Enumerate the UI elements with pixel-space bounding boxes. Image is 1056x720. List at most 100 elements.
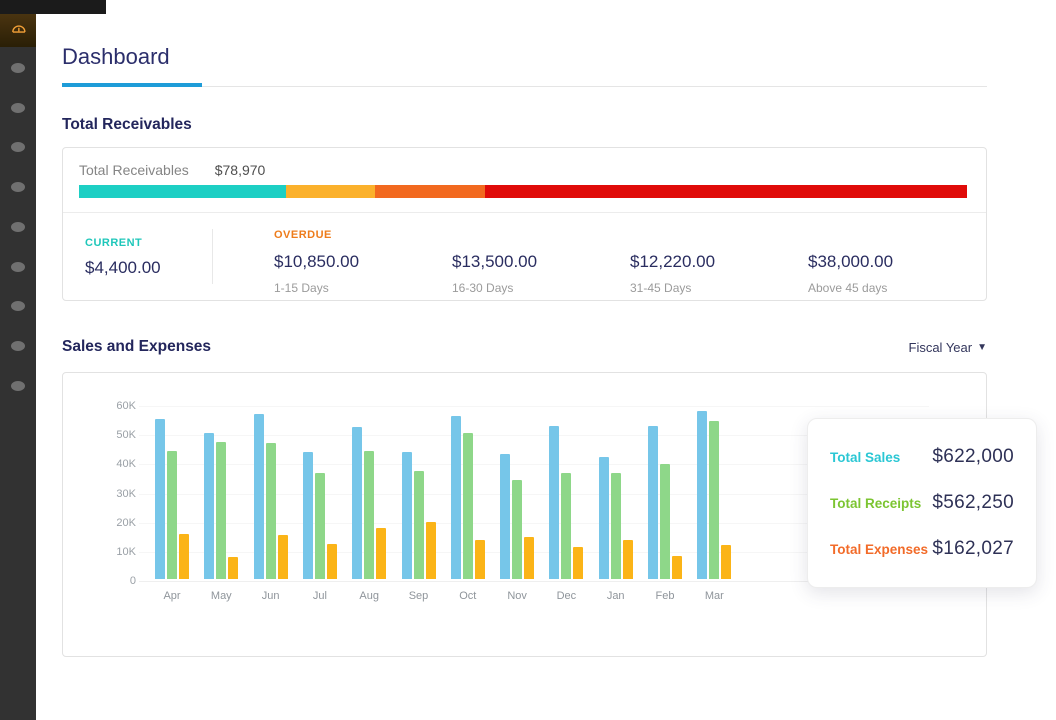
bar-group-oct xyxy=(451,416,485,579)
overdue-block: OVERDUE $10,850.00 1-15 Days $13,500.00 … xyxy=(213,213,986,300)
bar-group-may xyxy=(204,433,238,579)
sales-bar xyxy=(697,411,707,579)
total-receipts-label: Total Receipts xyxy=(830,496,921,511)
receivables-card: Total Receivables $78,970 CURRENT $4,400… xyxy=(62,147,987,301)
x-axis-label: May xyxy=(197,590,245,602)
aging-bar-segment-overdue-16-30 xyxy=(375,185,485,198)
sidebar-nav-item-icon[interactable] xyxy=(11,381,25,391)
sidebar-nav-item-icon[interactable] xyxy=(11,222,25,232)
aging-amount: $10,850.00 xyxy=(274,252,452,272)
receipts-bar xyxy=(660,464,670,579)
sales-bar xyxy=(254,414,264,579)
sales-bar xyxy=(155,419,165,579)
dashboard-gauge-icon xyxy=(10,20,27,42)
sales-bar xyxy=(648,426,658,579)
x-axis-label: Jul xyxy=(296,590,344,602)
top-left-bar-fragment xyxy=(0,0,106,14)
sales-bar xyxy=(303,452,313,579)
receipts-bar xyxy=(512,480,522,579)
receipts-bar xyxy=(709,421,719,579)
expenses-bar xyxy=(573,547,583,579)
sidebar-nav-item-icon[interactable] xyxy=(11,103,25,113)
aging-bar-segment-overdue-31plus xyxy=(485,185,967,198)
sidebar-nav-item-icon[interactable] xyxy=(11,182,25,192)
x-axis-label: Mar xyxy=(690,590,738,602)
bar-group-feb xyxy=(648,426,682,579)
sidebar-nav-item-icon[interactable] xyxy=(11,341,25,351)
total-expenses-value: $162,027 xyxy=(932,538,1014,560)
receivables-breakdown: CURRENT $4,400.00 OVERDUE $10,850.00 1-1… xyxy=(63,213,986,300)
totals-summary-card: Total Sales $622,000 Total Receipts $562… xyxy=(807,418,1037,588)
aging-period: Above 45 days xyxy=(808,281,986,295)
receivables-card-label: Total Receivables xyxy=(79,162,189,178)
bar-group-nov xyxy=(500,454,534,579)
aging-bucket: $13,500.00 16-30 Days xyxy=(452,252,630,295)
sidebar xyxy=(0,0,36,720)
bar-group-sep xyxy=(402,452,436,579)
sidebar-nav-item-icon[interactable] xyxy=(11,142,25,152)
total-sales-label: Total Sales xyxy=(830,450,900,465)
expenses-bar xyxy=(623,540,633,579)
x-axis-label: Sep xyxy=(395,590,443,602)
fiscal-year-dropdown[interactable]: Fiscal Year ▼ xyxy=(909,340,988,355)
y-axis-label: 20K xyxy=(96,517,136,529)
x-axis-label: Aug xyxy=(345,590,393,602)
current-label: CURRENT xyxy=(85,237,212,249)
total-expenses-label: Total Expenses xyxy=(830,542,928,557)
y-axis-label: 30K xyxy=(96,488,136,500)
receivables-total-amount: $78,970 xyxy=(215,162,266,178)
total-expenses-row: Total Expenses $162,027 xyxy=(830,538,1014,560)
sales-expenses-header: Sales and Expenses Fiscal Year ▼ xyxy=(62,338,987,356)
total-receipts-row: Total Receipts $562,250 xyxy=(830,492,1014,514)
receivables-summary-row: Total Receivables $78,970 xyxy=(79,162,265,178)
receipts-bar xyxy=(463,433,473,579)
expenses-bar xyxy=(327,544,337,579)
sidebar-nav-item-icon[interactable] xyxy=(11,63,25,73)
aging-amount: $38,000.00 xyxy=(808,252,986,272)
receivables-section-title: Total Receivables xyxy=(62,116,192,134)
title-underline xyxy=(62,83,202,87)
sales-bar xyxy=(402,452,412,579)
y-axis-label: 50K xyxy=(96,429,136,441)
receipts-bar xyxy=(561,473,571,579)
x-axis-label: Apr xyxy=(148,590,196,602)
expenses-bar xyxy=(228,557,238,579)
aging-amount: $13,500.00 xyxy=(452,252,630,272)
y-axis-label: 60K xyxy=(96,400,136,412)
aging-period: 31-45 Days xyxy=(630,281,808,295)
sidebar-nav-item-icon[interactable] xyxy=(11,262,25,272)
receipts-bar xyxy=(414,471,424,579)
aging-bucket: $12,220.00 31-45 Days xyxy=(630,252,808,295)
sidebar-item-dashboard[interactable] xyxy=(0,14,36,47)
overdue-label: OVERDUE xyxy=(274,229,332,241)
aging-columns: $10,850.00 1-15 Days $13,500.00 16-30 Da… xyxy=(274,252,986,295)
aging-bar-segment-current xyxy=(79,185,286,198)
sales-expenses-section-title: Sales and Expenses xyxy=(62,338,211,356)
current-block: CURRENT $4,400.00 xyxy=(63,213,212,300)
expenses-bar xyxy=(475,540,485,579)
expenses-bar xyxy=(672,556,682,579)
current-amount: $4,400.00 xyxy=(85,258,212,278)
expenses-bar xyxy=(376,528,386,579)
total-receipts-value: $562,250 xyxy=(932,492,1014,514)
sales-bar xyxy=(451,416,461,579)
receipts-bar xyxy=(167,451,177,579)
page-title: Dashboard xyxy=(62,44,170,70)
sidebar-nav-item-icon[interactable] xyxy=(11,301,25,311)
x-axis-label: Feb xyxy=(641,590,689,602)
expenses-bar xyxy=(179,534,189,579)
y-axis-label: 40K xyxy=(96,458,136,470)
receipts-bar xyxy=(216,442,226,579)
aging-bucket: $10,850.00 1-15 Days xyxy=(274,252,452,295)
x-axis-label: Nov xyxy=(493,590,541,602)
receivables-aging-bar xyxy=(79,185,967,198)
sales-bar xyxy=(500,454,510,579)
aging-amount: $12,220.00 xyxy=(630,252,808,272)
aging-period: 1-15 Days xyxy=(274,281,452,295)
bar-group-jan xyxy=(599,457,633,579)
bar-group-dec xyxy=(549,426,583,579)
receipts-bar xyxy=(266,443,276,579)
receipts-bar xyxy=(315,473,325,579)
expenses-bar xyxy=(524,537,534,579)
sales-bar xyxy=(549,426,559,579)
